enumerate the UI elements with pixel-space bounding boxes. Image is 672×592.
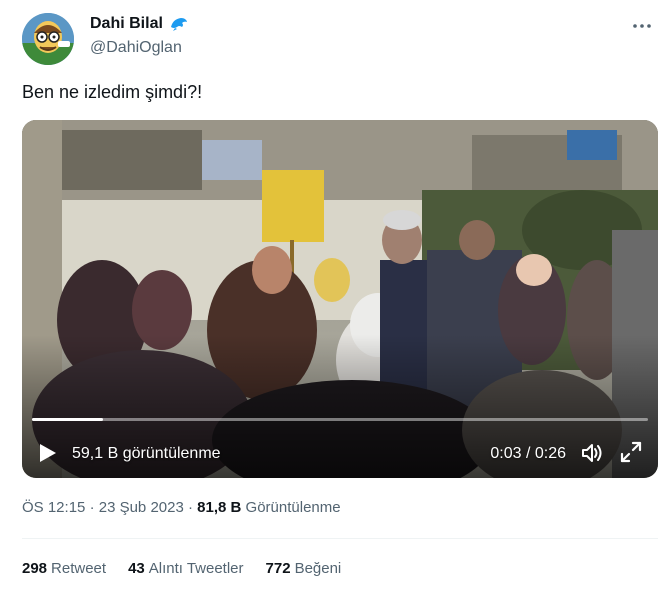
- fullscreen-icon[interactable]: [620, 441, 642, 463]
- avatar[interactable]: [22, 13, 74, 65]
- tweet-meta: ÖS 12:15 · 23 Şub 2023 · 81,8 B Görüntül…: [22, 499, 341, 516]
- video-controls: 59,1 B görüntülenme 0:03 / 0:26: [22, 424, 658, 478]
- author-name-row[interactable]: Dahi Bilal: [90, 15, 189, 33]
- tweet-stats: 298 Retweet 43 Alıntı Tweetler 772 Beğeni: [22, 560, 341, 577]
- likes-stat[interactable]: 772 Beğeni: [266, 560, 342, 577]
- quote-tweets-stat[interactable]: 43 Alıntı Tweetler: [128, 560, 243, 577]
- quotes-label: Alıntı Tweetler: [148, 560, 244, 577]
- tweet-views-count: 81,8 B: [197, 499, 242, 516]
- tweet-date[interactable]: 23 Şub 2023: [99, 499, 184, 516]
- retweets-stat[interactable]: 298 Retweet: [22, 560, 106, 577]
- meta-separator: ·: [89, 499, 95, 516]
- quotes-count: 43: [128, 560, 145, 577]
- meta-separator: ·: [187, 499, 193, 516]
- author-display-name[interactable]: Dahi Bilal: [90, 15, 163, 33]
- tweet-text: Ben ne izledim şimdi?!: [22, 82, 203, 102]
- likes-count: 772: [265, 560, 291, 577]
- video-progress-fill: [32, 418, 103, 421]
- volume-icon[interactable]: [580, 441, 604, 465]
- retweets-count: 298: [22, 560, 48, 577]
- play-icon[interactable]: [36, 442, 58, 464]
- video-views-label: 59,1 B görüntülenme: [72, 445, 221, 462]
- author-handle[interactable]: @DahiOglan: [90, 39, 182, 57]
- retweets-label: Retweet: [51, 560, 107, 577]
- more-horizontal-icon[interactable]: [630, 14, 654, 38]
- video-progress-bar[interactable]: [32, 418, 648, 421]
- divider: [22, 538, 658, 539]
- video-player[interactable]: 59,1 B görüntülenme 0:03 / 0:26: [22, 120, 658, 478]
- video-time-label: 0:03 / 0:26: [490, 445, 566, 462]
- tweet-time[interactable]: ÖS 12:15: [22, 499, 85, 516]
- tweet-views-label: Görüntülenme: [245, 499, 341, 516]
- likes-label: Beğeni: [294, 560, 342, 577]
- avatar-cartoon-image: [22, 13, 74, 65]
- dolphin-icon: [169, 15, 189, 33]
